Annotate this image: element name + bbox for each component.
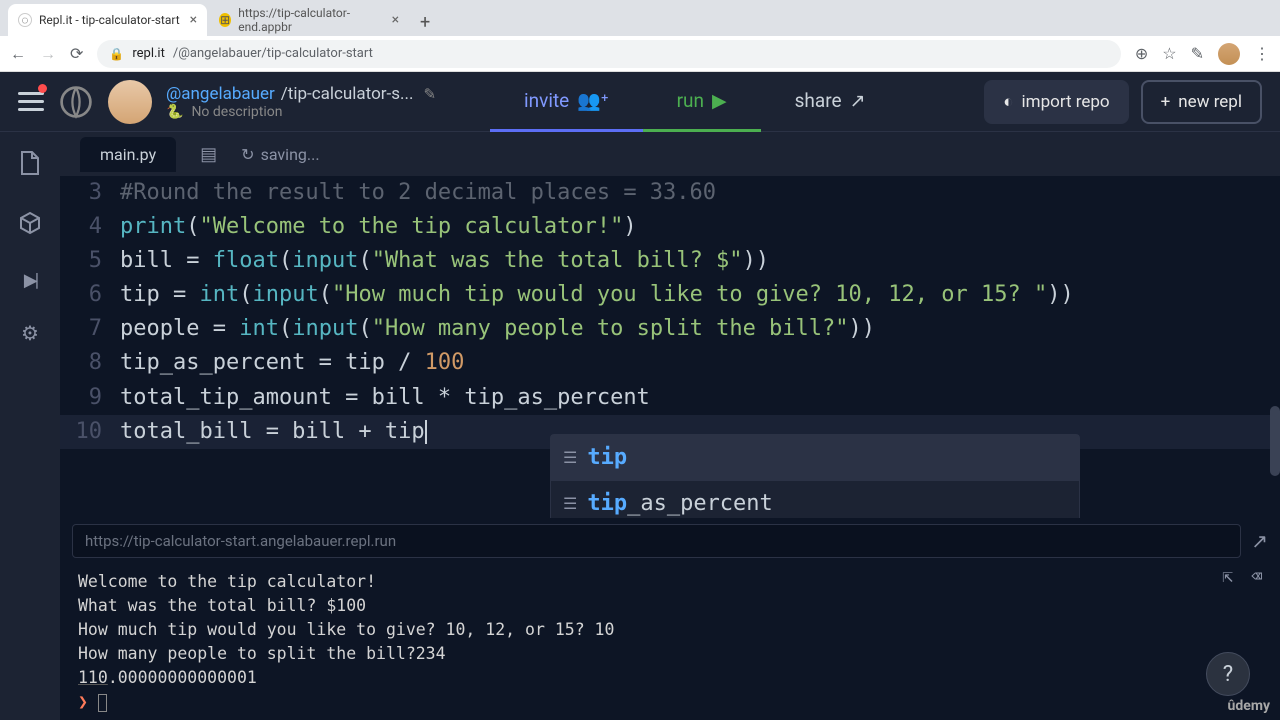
- symbol-icon: ☰: [563, 492, 577, 517]
- console-output[interactable]: ⇱ ⌫ Welcome to the tip calculator! What …: [60, 564, 1280, 720]
- autocomplete-popup[interactable]: ☰ tip ☰ tip_as_percent ☰ total_tip_amoun…: [550, 434, 1080, 518]
- invite-icon: 👥⁺: [577, 89, 608, 112]
- console-cursor: [98, 694, 107, 712]
- hamburger-icon[interactable]: [18, 87, 44, 116]
- menu-icon[interactable]: ⋮: [1254, 44, 1270, 63]
- saving-indicator: ↻ saving...: [241, 145, 319, 164]
- settings-icon[interactable]: ⚙: [21, 321, 39, 345]
- layout-icon[interactable]: ▤: [200, 144, 217, 165]
- replit-logo[interactable]: [58, 84, 94, 120]
- tab-title: Repl.it - tip-calculator-start: [39, 13, 180, 27]
- play-icon: ▶: [712, 89, 727, 112]
- packages-icon[interactable]: [18, 211, 42, 240]
- forward-icon[interactable]: →: [40, 44, 56, 64]
- browser-tab-active[interactable]: ◌ Repl.it - tip-calculator-start ×: [8, 4, 207, 36]
- zoom-icon[interactable]: ⊕: [1135, 44, 1148, 63]
- profile-avatar[interactable]: [1218, 43, 1240, 65]
- run-button[interactable]: run ▶: [643, 72, 761, 132]
- open-external-icon[interactable]: ↗: [1251, 529, 1268, 553]
- udemy-watermark: ûdemy: [1228, 698, 1270, 714]
- python-icon: 🐍: [166, 104, 183, 120]
- share-icon: ↗: [850, 89, 866, 112]
- run-url-field[interactable]: https://tip-calculator-start.angelabauer…: [72, 524, 1241, 558]
- browser-tab-strip: ◌ Repl.it - tip-calculator-start × ⊞ htt…: [0, 0, 1280, 36]
- code-editor[interactable]: 3#Round the result to 2 decimal places =…: [60, 176, 1280, 518]
- autocomplete-item[interactable]: ☰ tip: [551, 435, 1079, 481]
- back-icon[interactable]: ←: [10, 44, 26, 64]
- notification-dot: [38, 84, 47, 93]
- url-host: repl.it: [132, 46, 164, 61]
- saving-label: saving...: [261, 145, 320, 164]
- invite-label: invite: [524, 89, 569, 112]
- close-icon[interactable]: ×: [190, 12, 197, 28]
- plus-icon: +: [1161, 92, 1171, 112]
- debugger-icon[interactable]: ▶|: [24, 270, 36, 291]
- share-button[interactable]: share ↗: [761, 72, 900, 132]
- user-avatar[interactable]: [108, 80, 152, 124]
- close-icon[interactable]: ×: [392, 12, 399, 28]
- editor-tabs: main.py ▤ ↻ saving...: [60, 132, 1280, 176]
- tab-title: https://tip-calculator-end.appbr: [238, 6, 381, 34]
- new-repl-label: new repl: [1178, 92, 1242, 112]
- browser-tab[interactable]: ⊞ https://tip-calculator-end.appbr ×: [209, 4, 409, 36]
- share-label: share: [795, 89, 842, 112]
- import-label: import repo: [1022, 92, 1110, 112]
- run-label: run: [677, 89, 704, 112]
- pencil-icon[interactable]: ✎: [423, 85, 436, 103]
- project-description: No description: [191, 104, 282, 120]
- scrollbar[interactable]: [1270, 406, 1280, 476]
- help-button[interactable]: ?: [1206, 652, 1250, 696]
- reload-icon[interactable]: ⟳: [70, 44, 83, 63]
- side-rail: ▶| ⚙: [0, 132, 60, 720]
- replit-favicon: ◌: [18, 13, 32, 27]
- replit-header: @angelabauer/tip-calculator-s... ✎ 🐍 No …: [0, 72, 1280, 132]
- import-repo-button[interactable]: ◐ import repo: [984, 80, 1128, 124]
- refresh-icon: ↻: [241, 145, 254, 164]
- invite-button[interactable]: invite 👥⁺: [490, 72, 643, 132]
- files-icon[interactable]: [19, 150, 41, 181]
- extension-icon[interactable]: ✎: [1191, 44, 1204, 63]
- star-icon[interactable]: ☆: [1162, 44, 1176, 63]
- github-icon: ◐: [1003, 92, 1013, 112]
- autocomplete-item[interactable]: ☰ tip_as_percent: [551, 481, 1079, 518]
- owner-link[interactable]: @angelabauer: [166, 84, 275, 104]
- project-name: /tip-calculator-s...: [281, 84, 414, 104]
- lock-icon: 🔒: [109, 47, 124, 61]
- file-tab[interactable]: main.py: [80, 137, 176, 172]
- address-bar[interactable]: 🔒 repl.it /@angelabauer/tip-calculator-st…: [97, 40, 1120, 68]
- clear-icon[interactable]: ⌫: [1251, 564, 1262, 590]
- favicon: ⊞: [219, 13, 231, 27]
- url-path: /@angelabauer/tip-calculator-start: [173, 46, 373, 61]
- symbol-icon: ☰: [563, 446, 577, 471]
- popout-icon[interactable]: ⇱: [1222, 564, 1233, 590]
- new-repl-button[interactable]: + new repl: [1141, 80, 1262, 124]
- browser-toolbar: ← → ⟳ 🔒 repl.it /@angelabauer/tip-calcula…: [0, 36, 1280, 72]
- new-tab-button[interactable]: +: [411, 8, 439, 36]
